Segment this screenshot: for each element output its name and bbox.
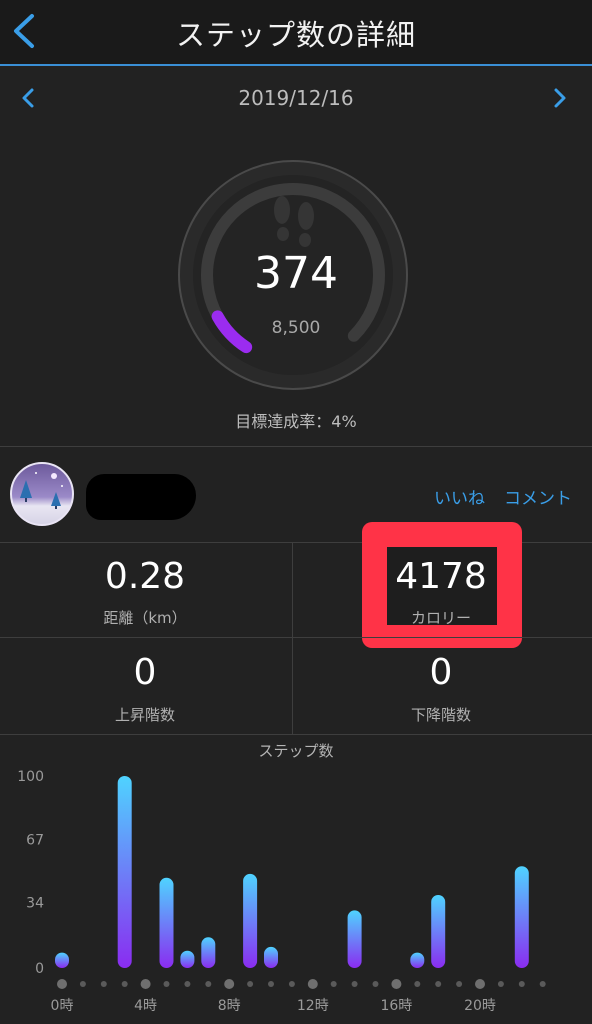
x-tick-label: 16時 [380,998,412,1014]
footprints-icon [262,192,326,254]
distance-label: 距離（km） [103,609,187,627]
x-axis-dot [268,981,274,987]
step-goal: 8,500 [271,318,321,338]
x-axis-major-dot [140,979,151,989]
bar-hour-9 [243,873,258,968]
divider [0,637,592,638]
bar-hour-3 [117,776,132,968]
calories-label: カロリー [410,609,471,627]
bar-hour-5 [159,877,174,968]
bar-hour-0 [55,952,69,968]
x-axis-dot [497,981,504,987]
divider [0,734,592,735]
x-axis-dot [456,981,463,987]
x-axis-dot [288,981,295,987]
x-tick-label: 4時 [134,998,157,1014]
x-axis-dot [247,981,254,987]
x-tick-label: 20時 [464,998,496,1014]
floors-down-value: 0 [429,652,453,693]
current-date: 2019/12/16 [238,86,354,110]
x-axis-major-dot [391,979,402,989]
x-axis-major-dot [57,979,67,989]
floors-down-label: 下降階数 [410,706,471,724]
date-navigator: 2019/12/16 [0,68,592,128]
y-tick-label: 100 [17,769,44,785]
x-axis-dot [121,981,128,987]
next-day-button[interactable] [546,84,574,112]
comment-link[interactable]: コメント [504,484,572,509]
x-axis-dot [330,981,337,987]
x-axis-dot [539,981,546,987]
bar-hour-6 [180,950,195,968]
x-axis-dot [163,981,170,987]
like-link[interactable]: いいね [434,484,485,509]
x-axis-dot [414,981,421,987]
y-tick-label: 67 [26,832,44,848]
y-tick-label: 0 [35,961,44,977]
x-axis-major-dot [224,979,235,989]
x-axis-dot [184,981,191,987]
x-axis-major-dot [475,979,485,989]
hourly-steps-chart: 100 67 34 0 0時 4時 8時 12時 16時 20時 [17,769,546,1014]
calories-value: 4178 [395,556,487,597]
step-count: 374 [254,248,338,299]
x-axis-dot [435,981,442,987]
winter-scene-avatar-image [20,472,63,509]
x-tick-label: 8時 [218,998,241,1014]
y-tick-label: 34 [26,896,44,912]
distance-value: 0.28 [104,556,186,597]
x-axis-dot [79,981,86,987]
floors-up-label: 上昇階数 [114,706,175,724]
x-tick-label: 12時 [297,998,329,1014]
bar-hour-14 [347,910,362,968]
avatar[interactable] [10,462,74,526]
chart-title: ステップ数 [258,742,334,760]
x-tick-label: 0時 [51,998,74,1014]
x-axis-dot [205,981,212,987]
stats-column-divider [292,542,293,734]
bar-hour-17 [410,952,425,968]
x-axis-dot [518,981,525,987]
divider [0,446,592,447]
x-axis-dot [351,981,358,987]
nav-bar: ステップ数の詳細 [0,0,592,66]
redacted-username [86,474,196,520]
goal-achievement-rate: 目標達成率：4% [235,412,357,431]
bar-hour-7 [201,937,216,968]
floors-up-value: 0 [133,652,157,693]
x-axis-dot [372,981,379,987]
bar-hour-18 [431,895,446,968]
bar-hour-10 [264,946,278,968]
bar-hour-22 [514,866,529,968]
x-axis-dot [100,981,107,987]
page-title: ステップ数の詳細 [175,18,416,52]
x-axis-major-dot [307,979,318,989]
chevron-right-icon [554,88,566,108]
